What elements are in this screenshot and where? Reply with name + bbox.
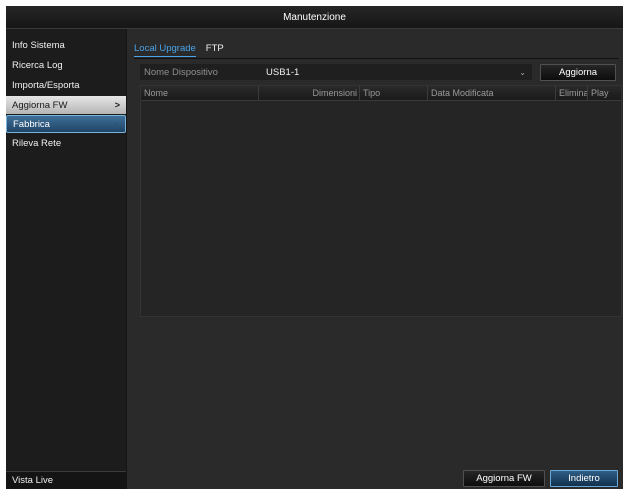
title-bar: Manutenzione <box>6 6 623 29</box>
back-button[interactable]: Indietro <box>550 470 618 487</box>
live-view-button[interactable]: Vista Live <box>6 471 126 489</box>
sidebar: Info Sistema Ricerca Log Importa/Esporta… <box>6 29 127 489</box>
maintenance-window: Manutenzione Info Sistema Ricerca Log Im… <box>6 6 623 489</box>
sidebar-item-ricerca-log[interactable]: Ricerca Log <box>6 56 126 74</box>
tab-divider <box>134 58 619 59</box>
sidebar-item-fabbrica[interactable]: Fabbrica > <box>6 115 126 133</box>
device-name-label: Nome Dispositivo <box>144 66 218 78</box>
sidebar-item-label: Info Sistema <box>12 39 65 51</box>
main-content: Local Upgrade FTP Nome Dispositivo USB1-… <box>127 29 623 489</box>
column-header-play[interactable]: Play <box>588 86 621 100</box>
table-header: Nome Dimensioni Tipo Data Modificata Eli… <box>141 86 621 101</box>
column-header-dimensioni[interactable]: Dimensioni <box>259 86 360 100</box>
window-title: Manutenzione <box>283 11 346 23</box>
column-header-nome[interactable]: Nome <box>141 86 259 100</box>
sidebar-item-label: Fabbrica <box>13 118 50 130</box>
device-select-value: USB1-1 <box>266 66 300 78</box>
sidebar-item-label: Ricerca Log <box>12 59 63 71</box>
chevron-right-icon: > <box>113 120 119 130</box>
column-header-data-modificata[interactable]: Data Modificata <box>428 86 556 100</box>
sidebar-item-info-sistema[interactable]: Info Sistema <box>6 36 126 54</box>
chevron-down-icon: ⌄ <box>519 67 526 77</box>
tab-local-upgrade[interactable]: Local Upgrade <box>134 43 196 57</box>
sidebar-item-aggiorna-fw[interactable]: Aggiorna FW > <box>6 96 126 114</box>
sidebar-item-label: Rileva Rete <box>12 137 62 149</box>
live-view-label: Vista Live <box>12 475 54 486</box>
sidebar-item-importa-esporta[interactable]: Importa/Esporta <box>6 76 126 94</box>
refresh-button-label: Aggiorna <box>558 67 598 78</box>
device-select[interactable]: USB1-1 ⌄ <box>266 64 532 80</box>
back-button-label: Indietro <box>568 473 600 484</box>
sidebar-item-rileva-rete[interactable]: Rileva Rete <box>6 134 126 152</box>
chevron-right-icon: > <box>114 100 120 110</box>
column-header-tipo[interactable]: Tipo <box>360 86 428 100</box>
tab-ftp[interactable]: FTP <box>206 43 224 57</box>
sidebar-item-label: Aggiorna FW <box>12 99 68 111</box>
refresh-button[interactable]: Aggiorna <box>540 64 616 81</box>
device-row: Nome Dispositivo USB1-1 ⌄ <box>140 64 532 80</box>
column-header-elimina[interactable]: Elimina <box>556 86 588 100</box>
tab-bar: Local Upgrade FTP <box>134 43 234 57</box>
update-firmware-button[interactable]: Aggiorna FW <box>463 470 545 487</box>
sidebar-item-label: Importa/Esporta <box>12 79 80 91</box>
update-firmware-label: Aggiorna FW <box>476 473 532 484</box>
file-table: Nome Dimensioni Tipo Data Modificata Eli… <box>140 85 622 317</box>
